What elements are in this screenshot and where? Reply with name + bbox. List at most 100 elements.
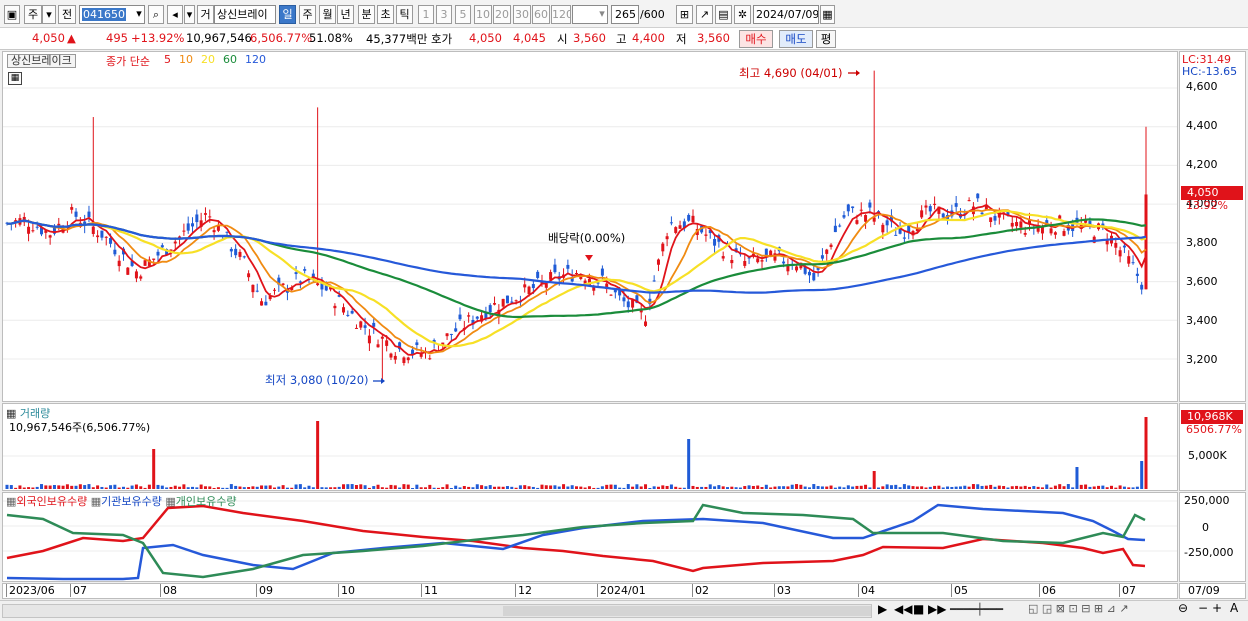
table-icon[interactable]: ▦ [8, 72, 22, 85]
scroll-thumb[interactable] [503, 606, 871, 616]
legend-institution: 기관보유수량 [101, 495, 162, 508]
layout-icon[interactable]: ▣ [4, 5, 20, 24]
volume-bar [820, 486, 824, 489]
holding-chart-panel[interactable]: ▦외국인보유수량 ▦기관보유수량 ▦개인보유수량 [2, 492, 1178, 582]
interval-button-1[interactable]: 3 [436, 5, 452, 24]
volume-bar [967, 486, 971, 489]
candle-body [575, 273, 578, 275]
volume-bar [963, 485, 967, 489]
interval-button-6[interactable]: 60 [532, 5, 550, 24]
quote-label: 호가 [431, 32, 453, 46]
stock-name-field[interactable]: 상신브레이 [214, 5, 276, 24]
interval-button-5[interactable]: 30 [513, 5, 531, 24]
mode-button-2[interactable]: 전 [58, 5, 76, 24]
volume-chart [3, 417, 1177, 489]
x-axis-label-10: 04 [858, 584, 875, 597]
interval-dropdown-icon[interactable]: ▾ [596, 5, 608, 24]
volume-bar [777, 486, 781, 489]
interval-button-4[interactable]: 20 [493, 5, 511, 24]
code-dropdown-icon[interactable]: ▾ [133, 5, 145, 24]
stock-title-box[interactable]: 상신브레이크 [7, 54, 76, 68]
candle-body [156, 251, 160, 256]
chart-tools-icon[interactable]: ⊞ [676, 5, 693, 24]
x-axis-label-0: 2023/06 [6, 584, 55, 597]
period-tab-1[interactable]: 주 [299, 5, 316, 24]
period-tab-2[interactable]: 월 [319, 5, 336, 24]
save-icon[interactable]: ▤ [715, 5, 732, 24]
price-chart-panel[interactable]: 상신브레이크 종가 단순 5 10 20 60 120 ▦ 최고 4,690 (04/0… [2, 51, 1178, 402]
zoom-out-icon[interactable]: ⊖ [1178, 601, 1188, 615]
candle-body [91, 226, 95, 234]
volume-bar [480, 485, 484, 489]
candle-body [687, 214, 691, 221]
play-icon[interactable]: ▶ [878, 602, 887, 616]
period-tab-5[interactable]: 초 [377, 5, 394, 24]
volume-bar [216, 487, 220, 489]
buy-button[interactable]: 매수 [739, 30, 773, 48]
calendar-icon[interactable]: ▦ [820, 5, 835, 24]
scroll-track[interactable] [2, 604, 872, 618]
volume-bar [825, 486, 829, 489]
volume-bar [510, 486, 514, 489]
type-button[interactable]: 거 [197, 5, 214, 24]
candle-body [1122, 245, 1126, 248]
volume-bar [618, 487, 622, 489]
mode-button-1[interactable]: 주 [24, 5, 42, 24]
candle-body [1010, 222, 1014, 227]
volume-bar [285, 487, 289, 489]
volume-bar [139, 486, 143, 489]
volume-bar [393, 485, 397, 489]
volume-bar [523, 485, 527, 489]
volume-bar [505, 486, 509, 489]
draw-tools-icon[interactable]: ↗ [696, 5, 713, 24]
minus-icon[interactable]: − [1198, 601, 1208, 615]
holding-tick-3: -250,000 [1184, 546, 1234, 559]
period-tab-6[interactable]: 틱 [396, 5, 413, 24]
volume-bar [134, 484, 138, 489]
forward-icon[interactable]: ▶▶ [928, 602, 946, 616]
low-label: 저 [676, 32, 687, 46]
plus-icon[interactable]: + [1212, 601, 1222, 615]
date-input[interactable]: 2024/07/09 [753, 5, 819, 24]
period-tab-3[interactable]: 년 [337, 5, 354, 24]
sell-button[interactable]: 매도 [779, 30, 813, 48]
volume-bar [1127, 487, 1131, 489]
volume-bar [1053, 485, 1057, 489]
volume-bar [40, 484, 44, 489]
speaker-dropdown-icon[interactable]: ▾ [184, 5, 195, 24]
font-size-icon[interactable]: A [1230, 601, 1238, 615]
volume-bar [1032, 486, 1036, 489]
volume-bar [316, 421, 320, 489]
search-icon[interactable]: ⌕ [148, 5, 164, 24]
candle-body [885, 220, 889, 226]
ma-line-5 [6, 203, 1147, 356]
mode-dropdown-icon[interactable]: ▾ [42, 5, 56, 24]
volume-bar [1040, 487, 1044, 489]
rewind-icon[interactable]: ◀◀ [894, 602, 912, 616]
eval-button[interactable]: 평 [816, 30, 836, 48]
volume-chart-panel[interactable]: ▦ 거래량 10,967,546주(6,506.77%) [2, 403, 1178, 491]
count-input[interactable]: 265 [611, 5, 639, 24]
volume-bar [566, 486, 570, 489]
candle-body [152, 258, 156, 260]
volume-bar [78, 484, 82, 489]
period-tab-0[interactable]: 일 [279, 5, 296, 24]
volume-bar [199, 484, 203, 489]
speaker-icon[interactable]: ◂ [167, 5, 183, 24]
volume-bar [924, 487, 928, 489]
interval-button-3[interactable]: 10 [474, 5, 492, 24]
low-annotation: 최저 3,080 (10/20) [265, 373, 369, 387]
period-tab-4[interactable]: 분 [358, 5, 375, 24]
interval-button-0[interactable]: 1 [418, 5, 434, 24]
volume-bar [1049, 487, 1053, 489]
stop-icon[interactable]: ■ [913, 602, 924, 616]
chart-type-icons[interactable]: ◱ ◲ ⊠ ⊡ ⊟ ⊞ ⊿ ↗ [1028, 602, 1129, 615]
interval-button-2[interactable]: 5 [455, 5, 471, 24]
candle-body [1058, 215, 1062, 219]
interval-button-7[interactable]: 120 [551, 5, 571, 24]
zoom-slider[interactable]: ━━━━┿━━━ [950, 603, 1003, 616]
candle-body [1019, 221, 1023, 228]
candle-body [704, 234, 708, 236]
candle-body [454, 328, 458, 332]
gear-icon[interactable]: ✲ [734, 5, 751, 24]
